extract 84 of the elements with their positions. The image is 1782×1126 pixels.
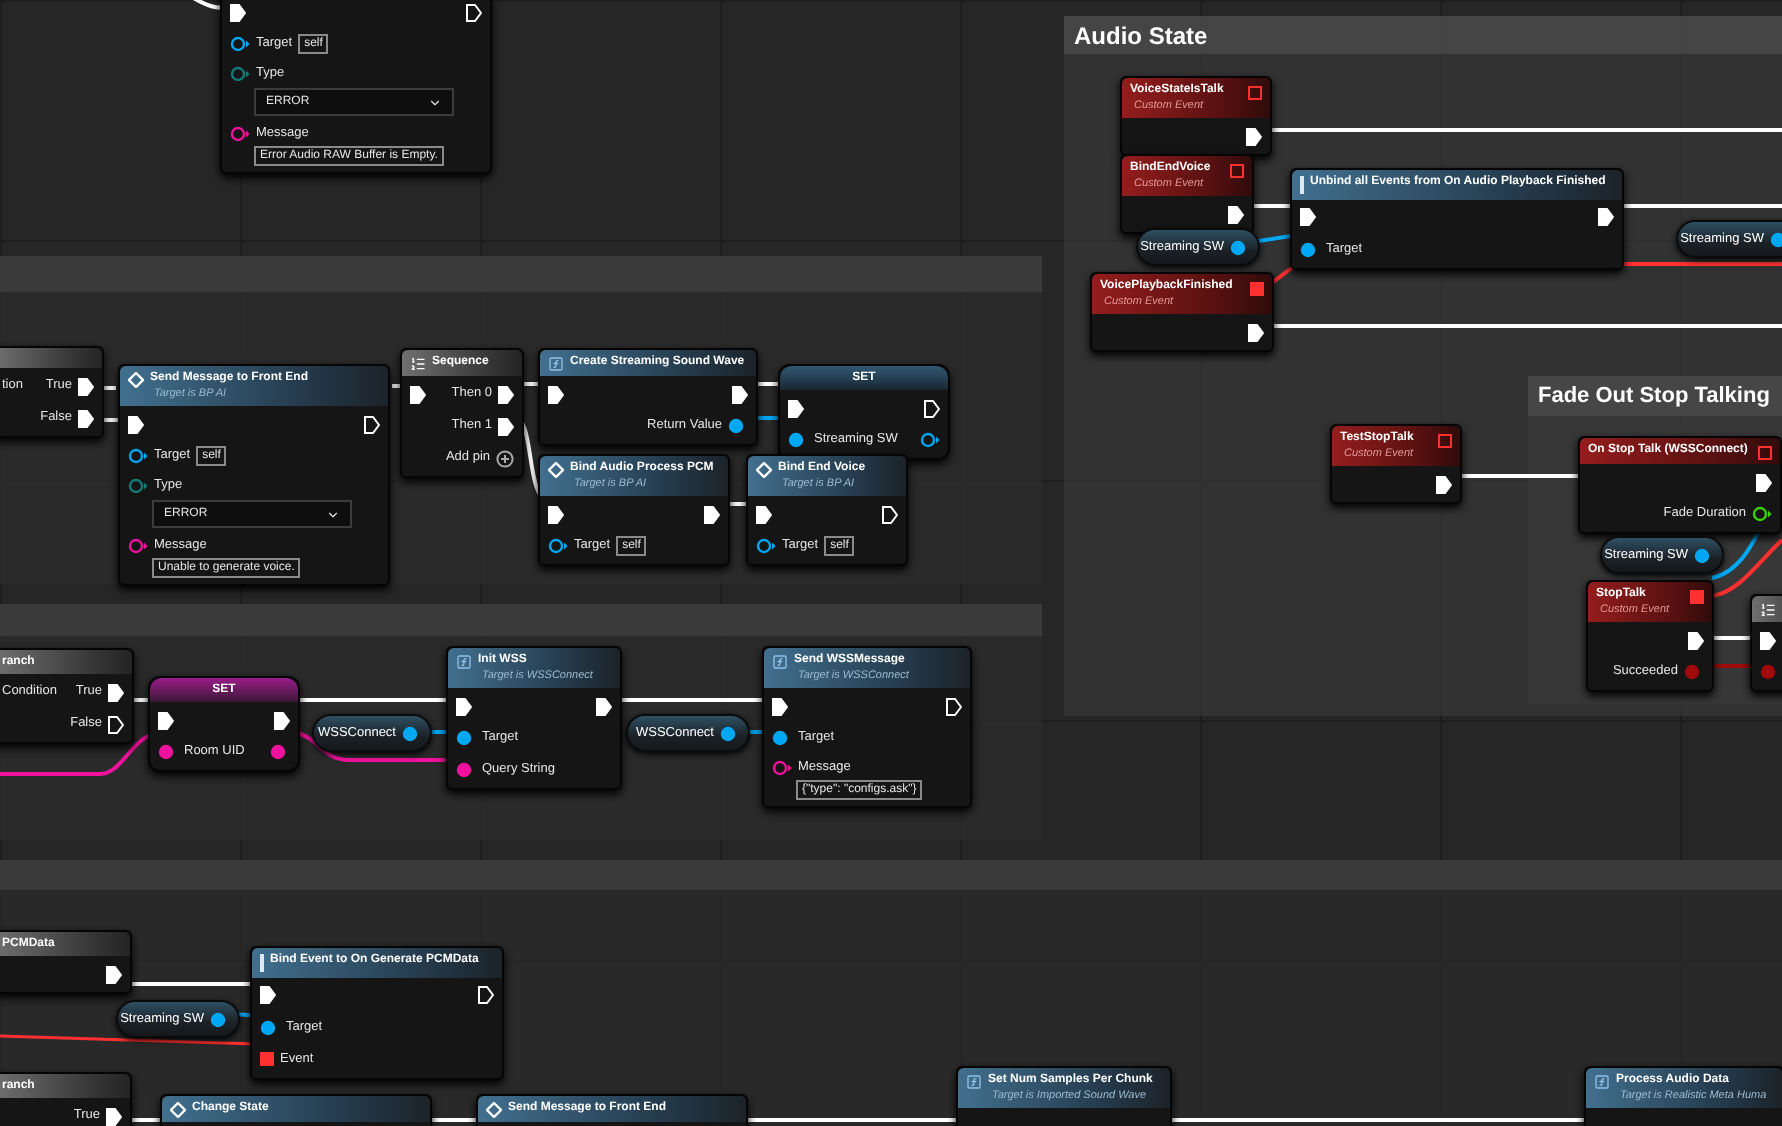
- data-pin-icon[interactable]: [230, 126, 250, 142]
- function-icon: [548, 356, 564, 372]
- exec-pin-icon[interactable]: [1228, 205, 1244, 223]
- exec-pin-icon[interactable]: [548, 385, 564, 403]
- data-pin-icon[interactable]: [1230, 239, 1250, 255]
- exec-pin-icon[interactable]: [466, 3, 482, 21]
- data-pin-icon[interactable]: [456, 730, 476, 746]
- data-pin-icon[interactable]: [230, 36, 250, 52]
- data-pin-icon[interactable]: [772, 730, 792, 746]
- exec-pin-icon[interactable]: [128, 415, 144, 433]
- exec-pin-icon[interactable]: [1598, 208, 1614, 227]
- exec-pin-icon[interactable]: [1688, 631, 1704, 649]
- diamond-icon: [170, 1102, 186, 1118]
- exec-pin-icon[interactable]: [1248, 323, 1264, 341]
- data-pin-icon[interactable]: [158, 744, 178, 760]
- exec-pin-icon[interactable]: [1756, 473, 1772, 491]
- exec-pin-icon[interactable]: [498, 417, 514, 435]
- exec-pin-icon[interactable]: [78, 409, 94, 427]
- list-icon: [1760, 602, 1776, 618]
- function-icon: [772, 654, 788, 670]
- exec-pin-icon[interactable]: [456, 697, 472, 715]
- exec-pin-icon[interactable]: [260, 986, 276, 1005]
- diamond-icon: [548, 462, 564, 478]
- data-pin-icon[interactable]: [1300, 241, 1320, 258]
- function-icon: [456, 654, 472, 670]
- diamond-icon: [486, 1102, 502, 1118]
- data-pin-icon[interactable]: [920, 432, 940, 448]
- exec-pin-icon[interactable]: [548, 505, 564, 523]
- exec-pin-icon[interactable]: [924, 399, 940, 417]
- diamond-icon: [128, 372, 144, 388]
- exec-pin-icon[interactable]: [732, 385, 748, 403]
- exec-pin-icon[interactable]: [158, 711, 174, 729]
- data-pin-icon[interactable]: [728, 418, 748, 434]
- data-pin-icon[interactable]: [128, 538, 148, 554]
- data-pin-icon[interactable]: [548, 538, 568, 554]
- data-pin-icon[interactable]: [128, 448, 148, 464]
- exec-pin-icon[interactable]: [1300, 208, 1316, 227]
- exec-pin-icon[interactable]: [478, 986, 494, 1005]
- data-pin-icon[interactable]: [756, 538, 776, 554]
- exec-pin-icon[interactable]: [106, 1107, 122, 1125]
- exec-pin-icon[interactable]: [410, 385, 426, 403]
- data-pin-icon[interactable]: [402, 725, 422, 741]
- exec-pin-icon[interactable]: [106, 965, 122, 983]
- exec-pin-icon[interactable]: [596, 697, 612, 715]
- delegate-pin-icon[interactable]: [1230, 164, 1244, 178]
- data-pin-icon[interactable]: [1752, 506, 1772, 522]
- function-icon: [1594, 1074, 1610, 1090]
- exec-pin-icon[interactable]: [704, 505, 720, 523]
- data-pin-icon[interactable]: [456, 762, 476, 778]
- function-icon: [966, 1074, 982, 1090]
- delegate-pin-icon[interactable]: [1758, 446, 1772, 460]
- exec-pin-icon[interactable]: [498, 385, 514, 403]
- delegate-pin-icon[interactable]: [260, 1052, 274, 1067]
- exec-pin-icon[interactable]: [788, 399, 804, 417]
- exec-pin-icon[interactable]: [1246, 127, 1262, 145]
- exec-pin-icon[interactable]: [1760, 631, 1776, 649]
- diamond-icon: [756, 462, 772, 478]
- data-pin-icon[interactable]: [270, 744, 290, 760]
- data-pin-icon[interactable]: [720, 725, 740, 741]
- delegate-pin-icon[interactable]: [1248, 86, 1262, 100]
- exec-pin-icon[interactable]: [274, 711, 290, 729]
- exec-pin-icon[interactable]: [756, 505, 772, 523]
- exec-pin-icon[interactable]: [1436, 475, 1452, 493]
- data-pin-icon[interactable]: [1694, 547, 1714, 563]
- exec-pin-icon[interactable]: [108, 683, 124, 701]
- exec-pin-icon[interactable]: [946, 697, 962, 715]
- data-pin-icon[interactable]: [772, 760, 792, 776]
- list-icon: [410, 356, 426, 372]
- comment-title: Audio State: [1074, 19, 1208, 53]
- add-pin-icon[interactable]: [496, 449, 514, 467]
- exec-pin-icon[interactable]: [78, 377, 94, 395]
- delegate-pin-icon[interactable]: [1438, 434, 1452, 448]
- exec-pin-icon[interactable]: [230, 3, 246, 21]
- data-pin-icon[interactable]: [260, 1019, 280, 1036]
- chevron-down-icon: [428, 95, 442, 109]
- exec-pin-icon[interactable]: [108, 715, 124, 733]
- node-header: [0, 348, 102, 368]
- comment-title: Fade Out Stop Talking: [1538, 381, 1770, 412]
- chevron-down-icon: [326, 507, 340, 521]
- exec-pin-icon[interactable]: [772, 697, 788, 715]
- data-pin-icon[interactable]: [210, 1011, 230, 1027]
- data-pin-icon[interactable]: [788, 432, 808, 448]
- exec-pin-icon[interactable]: [882, 505, 898, 523]
- exec-pin-icon[interactable]: [364, 415, 380, 433]
